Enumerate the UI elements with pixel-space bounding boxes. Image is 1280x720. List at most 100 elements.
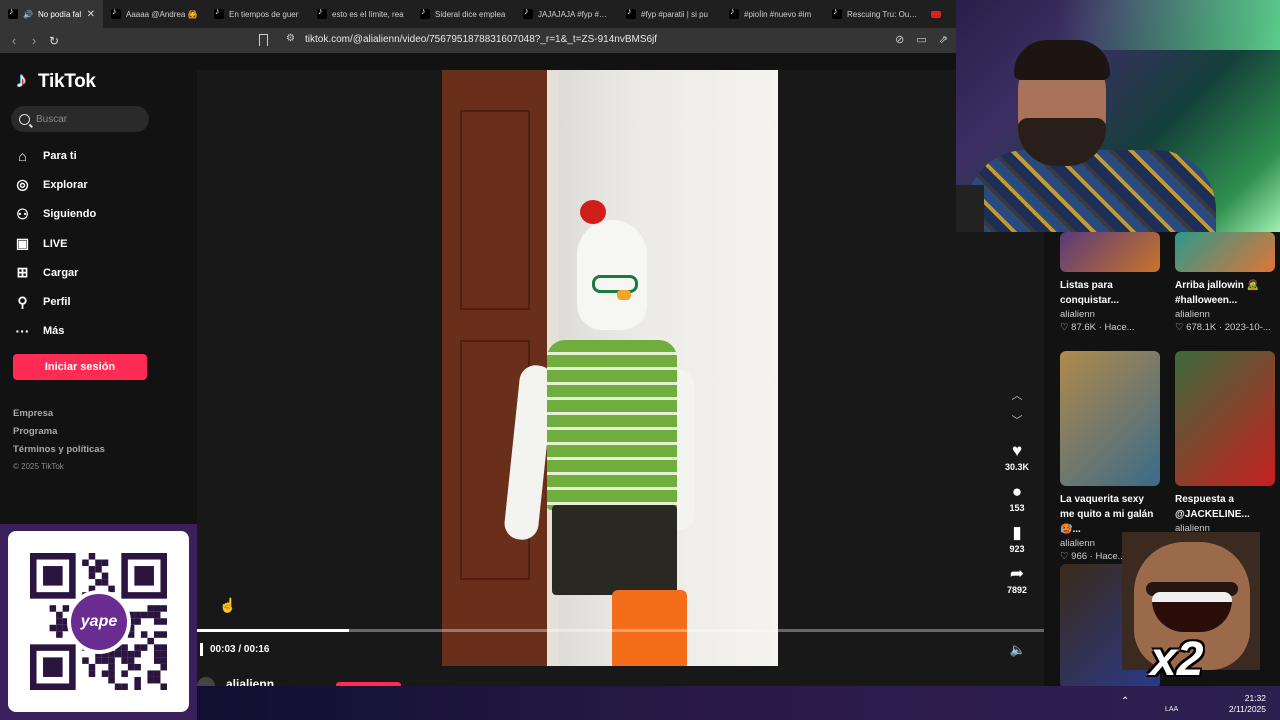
bookmark-action[interactable]: ▮ 923 (997, 522, 1037, 554)
video-progress-bar[interactable] (197, 629, 1044, 632)
microphone-icon (956, 185, 984, 232)
sidebar-item-para-ti[interactable]: ⌂ Para ti (14, 141, 96, 170)
video-thumbnail[interactable] (1060, 232, 1160, 272)
heart-icon[interactable]: ♥ (997, 440, 1037, 462)
browser-tab[interactable]: esto es el límite, rea (309, 0, 412, 28)
recommended-video-card[interactable]: La vaquerita sexy me quito a mi galán🥵..… (1060, 351, 1160, 562)
browser-tab[interactable]: Sideral dice emplea (412, 0, 515, 28)
bookmark-page-icon[interactable] (259, 34, 268, 46)
video-thumbnail[interactable] (1060, 351, 1160, 486)
clock-time: 21:32 (1244, 693, 1266, 703)
video-author[interactable]: alialienn (1175, 309, 1275, 320)
copyright: © 2025 TikTok (13, 462, 64, 471)
sidebar-item-live[interactable]: ▣ LIVE (14, 229, 96, 258)
video-author[interactable]: alialienn (1060, 309, 1160, 320)
volume-icon[interactable]: 🔈 (1010, 642, 1026, 658)
browser-tab[interactable]: #fyp #paratii | si pu (618, 0, 721, 28)
sidebar-item-siguiendo[interactable]: ⚇ Siguiendo (14, 200, 96, 229)
tiktok-logo[interactable]: ♪ ♪ ♪ TikTok (15, 67, 96, 93)
browser-tab[interactable]: Aaaaa @Andrea 🙆 (103, 0, 206, 28)
prev-video-icon[interactable]: ︿ (1009, 387, 1025, 403)
browser-tab[interactable]: En tiempos de guer (206, 0, 309, 28)
video-thumbnail[interactable] (1175, 232, 1275, 272)
video-title[interactable]: Respuesta a @JACKELINE... (1175, 492, 1275, 522)
back-icon[interactable]: ‹ (4, 33, 24, 48)
video-progress-fill (197, 629, 350, 632)
tiktok-favicon-icon (111, 6, 121, 19)
recommended-video-card[interactable]: Listas para conquistar... alialienn ♡ 87.6… (1060, 232, 1160, 333)
input-language[interactable]: LAA (1165, 706, 1178, 713)
footer-link-terms[interactable]: Términos y políticas (13, 444, 105, 462)
heart-action[interactable]: ♥ 30.3K (997, 440, 1037, 472)
share-action[interactable]: ➦ 7892 (997, 563, 1037, 595)
tiktok-favicon-icon (420, 6, 430, 19)
action-count: 30.3K (1004, 462, 1030, 472)
more-icon: ··· (15, 323, 30, 340)
video-title[interactable]: Listas para conquistar... (1060, 278, 1160, 308)
screen: 🔊 No podía fal ✕ Aaaaa @Andrea 🙆 En tiempos … (0, 0, 1280, 720)
sidebar-item-label: LIVE (43, 237, 68, 250)
play-pause-icon[interactable] (200, 643, 203, 656)
site-info-icon[interactable]: ⚙ (286, 33, 295, 44)
tray-expand-icon[interactable]: ⌃ (1121, 696, 1129, 707)
action-count: 7892 (1006, 585, 1028, 595)
comment-action[interactable]: ● 153 (997, 481, 1037, 513)
action-count: 153 (1009, 503, 1025, 513)
footer-link-empresa[interactable]: Empresa (13, 408, 105, 426)
tab-title: #pioÍin #nuevo #im (744, 9, 812, 19)
video-thumbnail[interactable] (1175, 351, 1275, 486)
bookmark-icon[interactable]: ▮ (997, 522, 1037, 544)
sidebar-item-perfil[interactable]: ⚲ Perfil (14, 287, 96, 316)
yape-logo: yape (67, 590, 131, 654)
tab-title: #fyp #paratii | si pu (641, 9, 709, 19)
sidebar-item-explorar[interactable]: ◎ Explorar (14, 170, 96, 199)
recommended-video-card[interactable]: Respuesta a @JACKELINE... alialienn (1175, 351, 1275, 534)
search-input[interactable]: Buscar (11, 106, 149, 132)
forward-icon[interactable]: › (24, 33, 44, 48)
clock[interactable]: 21:32 2/11/2025 (1229, 693, 1266, 715)
sidebar-item-cargar[interactable]: ⊞ Cargar (14, 258, 96, 287)
video-meta: ♡ 87.6K · Hace... (1060, 322, 1135, 333)
donation-qr-overlay: yape (0, 524, 197, 720)
share-page-icon[interactable]: ⇗ (939, 33, 948, 46)
tab-title: En tiempos de guer (229, 9, 299, 19)
video-title[interactable]: Arriba jallowin 🧟 #halloween... (1175, 278, 1275, 308)
action-count: 923 (1009, 544, 1025, 554)
login-button[interactable]: Iniciar sesión (13, 354, 147, 380)
video-meta: ♡ 678.1K · 2023-10-... (1175, 322, 1271, 333)
mouse-cursor-icon: ☝ (219, 597, 237, 613)
url-field[interactable]: tiktok.com/@alialienn/video/756795187883… (305, 34, 657, 45)
browser-tab[interactable]: 🔊 No podía fal ✕ (0, 0, 103, 28)
following-icon: ⚇ (16, 205, 29, 222)
browser-tab[interactable]: Rescuing Tru: Our N (824, 0, 927, 28)
video-frame[interactable] (442, 70, 778, 666)
meme-multiplier: x2 (1150, 633, 1204, 686)
address-bar-actions: ⊘ ▭ ⇗ (895, 33, 948, 46)
cast-icon[interactable]: ▭ (916, 33, 926, 46)
qr-card: yape (8, 531, 189, 712)
share-icon[interactable]: ➦ (997, 563, 1037, 585)
browser-tab[interactable]: #pioÍin #nuevo #im (721, 0, 824, 28)
profile-icon: ⚲ (17, 293, 28, 310)
no-tracking-icon[interactable]: ⊘ (895, 33, 904, 46)
sidebar-item-label: Más (43, 325, 65, 338)
video-player[interactable]: ︿ ﹀ ♥ 30.3K ● 153 ▮ 923 ➦ 7892 ☝ 00:03 / 00:16 … (197, 70, 1044, 695)
tab-title: No podía fal (37, 9, 82, 19)
footer-link-programa[interactable]: Programa (13, 426, 105, 444)
youtube-favicon-icon[interactable] (931, 10, 941, 18)
close-tab-icon[interactable]: ✕ (87, 9, 95, 20)
video-title[interactable]: La vaquerita sexy me quito a mi galán🥵..… (1060, 492, 1160, 537)
comment-icon[interactable]: ● (997, 481, 1037, 503)
recommended-video-card[interactable]: Arriba jallowin 🧟 #halloween... alialienn… (1175, 232, 1275, 333)
next-video-icon[interactable]: ﹀ (1009, 412, 1025, 428)
sidebar-item-más[interactable]: ··· Más (14, 317, 96, 346)
like-count: 87.6K (1071, 322, 1096, 333)
audio-playing-icon[interactable]: 🔊 (23, 10, 33, 19)
heart-outline-icon: ♡ (1175, 322, 1187, 333)
search-icon (19, 113, 30, 125)
browser-tab[interactable]: JAJAJAJA #fyp #par (515, 0, 618, 28)
tiktok-favicon-icon (317, 6, 327, 19)
reload-icon[interactable]: ↻ (44, 34, 64, 48)
tiktok-favicon-icon (729, 6, 739, 19)
clock-date: 2/11/2025 (1228, 704, 1266, 714)
